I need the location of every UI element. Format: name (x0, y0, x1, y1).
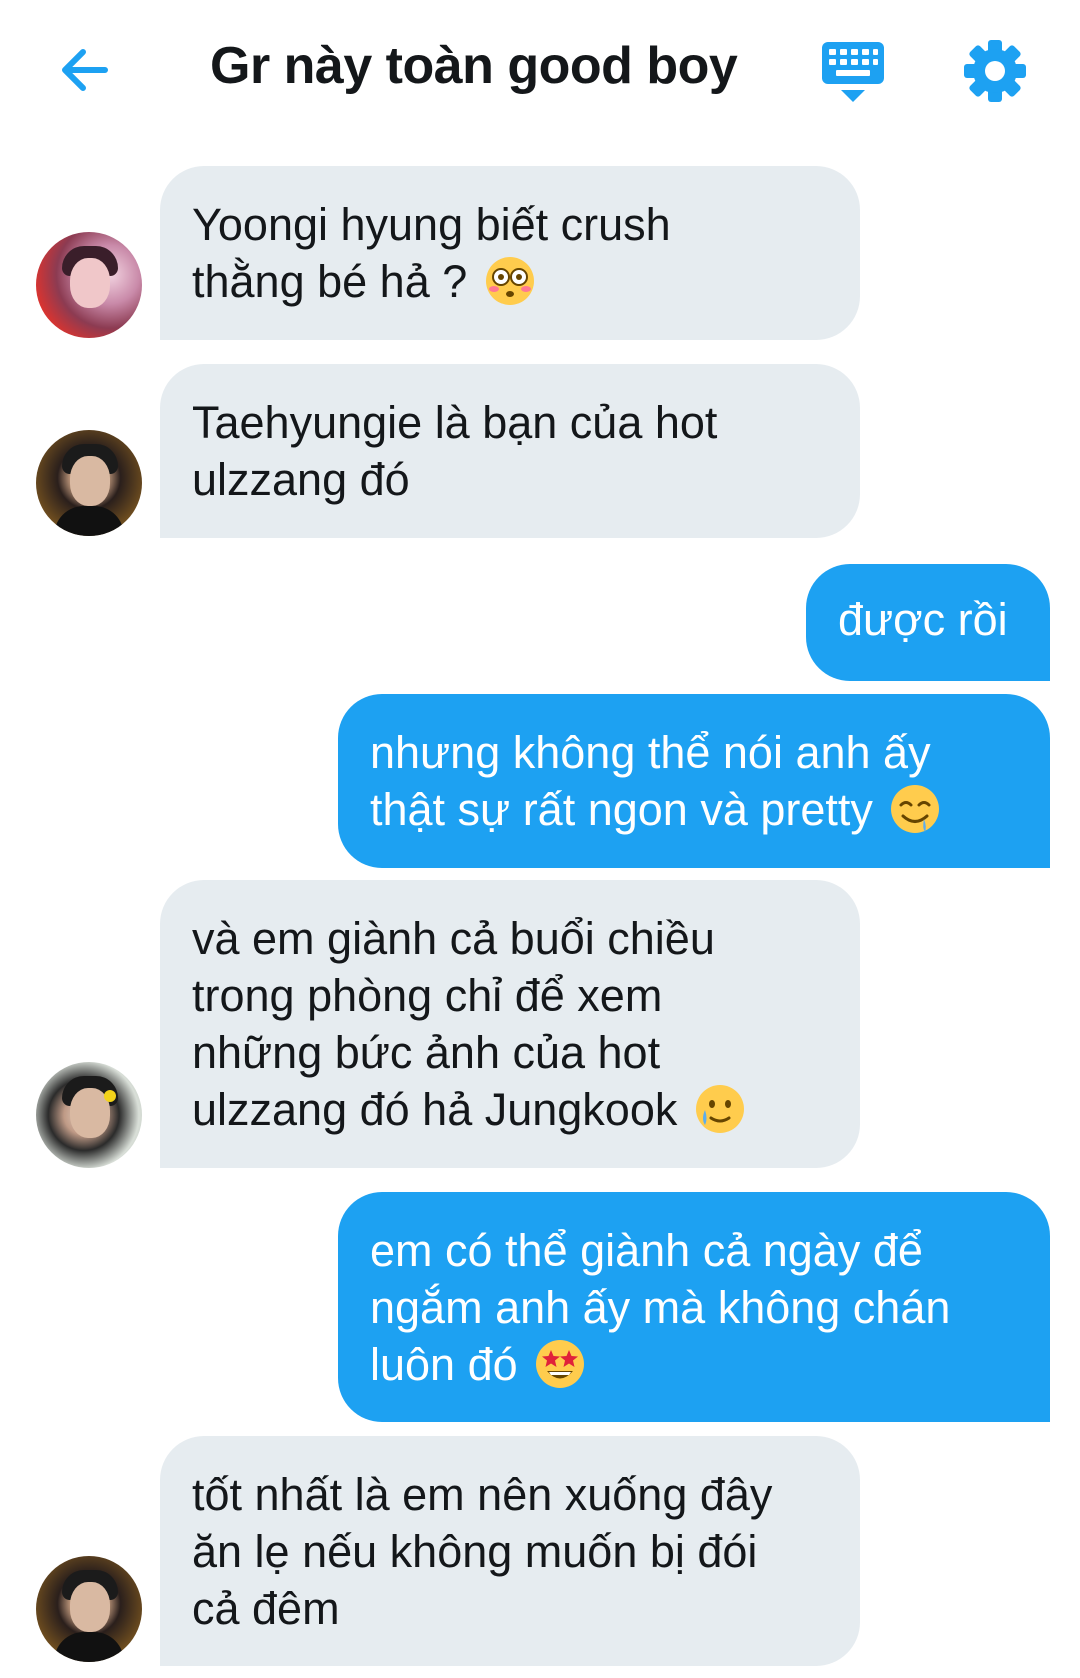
smiling-face-with-tear-emoji (695, 1085, 744, 1134)
message-line: nhưng không thể nói anh ấy (370, 727, 931, 778)
avatar[interactable] (36, 1556, 142, 1662)
message-line: tốt nhất là em nên xuống đây (192, 1469, 773, 1520)
avatar-face (70, 1582, 110, 1632)
settings-button[interactable] (962, 38, 1028, 104)
conversation-title: Gr này toàn good boy (210, 37, 738, 95)
back-button[interactable] (55, 40, 115, 100)
message-line: luôn đó (370, 1336, 1018, 1394)
message-line: thằng bé hả ? (192, 253, 828, 311)
gear-icon (964, 40, 1026, 102)
message-line: ulzzang đó (192, 454, 410, 505)
drooling-face-emoji (891, 785, 940, 834)
message-line: những bức ảnh của hot (192, 1027, 661, 1078)
avatar[interactable] (36, 430, 142, 536)
message-bubble-incoming[interactable]: tốt nhất là em nên xuống đây ăn lẹ nếu k… (160, 1436, 860, 1666)
message-line: ulzzang đó hả Jungkook (192, 1081, 828, 1139)
chat-header: Gr này toàn good boy (0, 0, 1080, 140)
message-line: được rồi (838, 594, 1008, 645)
avatar-shirt (54, 1632, 124, 1662)
avatar-flower (104, 1090, 116, 1102)
message-bubble-outgoing[interactable]: nhưng không thể nói anh ấy thật sự rất n… (338, 694, 1050, 868)
message-line: Yoongi hyung biết crush (192, 199, 671, 250)
message-bubble-incoming[interactable]: Taehyungie là bạn của hot ulzzang đó (160, 364, 860, 538)
message-bubble-outgoing[interactable]: em có thể giành cả ngày để ngắm anh ấy m… (338, 1192, 1050, 1422)
arrow-left-icon (62, 49, 108, 91)
avatar[interactable] (36, 232, 142, 338)
avatar-face (70, 456, 110, 506)
keyboard-icon (822, 42, 884, 102)
message-line: Taehyungie là bạn của hot (192, 397, 718, 448)
avatar[interactable] (36, 1062, 142, 1168)
message-line: cả đêm (192, 1583, 340, 1634)
star-struck-emoji (536, 1340, 585, 1389)
message-line: và em giành cả buổi chiều (192, 913, 715, 964)
avatar-shirt (54, 506, 124, 536)
message-bubble-incoming[interactable]: Yoongi hyung biết crush thằng bé hả ? (160, 166, 860, 340)
message-bubble-outgoing[interactable]: được rồi (806, 564, 1050, 681)
avatar-face (70, 258, 110, 308)
message-line: ăn lẹ nếu không muốn bị đói (192, 1526, 758, 1577)
message-line: em có thể giành cả ngày để (370, 1225, 923, 1276)
message-line: ngắm anh ấy mà không chán (370, 1282, 951, 1333)
message-line: thật sự rất ngon và pretty (370, 781, 1018, 839)
flushed-face-emoji (485, 257, 534, 306)
message-line: trong phòng chỉ để xem (192, 970, 663, 1021)
message-bubble-incoming[interactable]: và em giành cả buổi chiều trong phòng ch… (160, 880, 860, 1168)
keyboard-button[interactable] (820, 40, 886, 104)
